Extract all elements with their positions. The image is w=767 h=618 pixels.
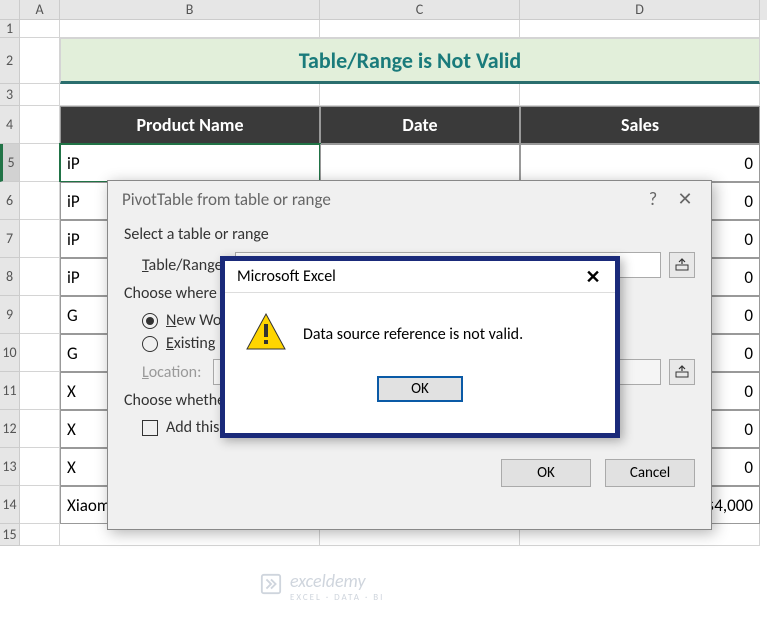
cancel-button[interactable]: Cancel (605, 459, 695, 487)
row-header-5[interactable]: 5 (0, 144, 20, 182)
row-header-3[interactable]: 3 (0, 84, 20, 106)
range-selector-icon (675, 365, 689, 379)
row-header-2[interactable]: 2 (0, 38, 20, 84)
cell-A10[interactable] (20, 334, 60, 372)
cell-B3[interactable] (60, 84, 320, 106)
header-sales[interactable]: Sales (520, 106, 760, 144)
location-label: Location: (142, 363, 201, 382)
cell-A15[interactable] (20, 524, 60, 546)
cell-C1[interactable] (320, 20, 520, 38)
row-header-7[interactable]: 7 (0, 220, 20, 258)
header-product-name[interactable]: Product Name (60, 106, 320, 144)
cell-B1[interactable] (60, 20, 320, 38)
close-icon[interactable]: ✕ (579, 266, 607, 288)
radio-icon (142, 336, 158, 352)
col-header-A[interactable]: A (20, 0, 60, 20)
collapse-dialog-button[interactable] (669, 252, 695, 278)
cell-A12[interactable] (20, 410, 60, 448)
col-header-B[interactable]: B (60, 0, 320, 20)
cell-A8[interactable] (20, 258, 60, 296)
row-header-11[interactable]: 11 (0, 372, 20, 410)
pivottable-dialog-title: PivotTable from table or range (122, 189, 331, 210)
col-header-C[interactable]: C (320, 0, 520, 20)
watermark-logo-icon (260, 573, 282, 600)
select-table-range-label: Select a table or range (124, 225, 695, 244)
row-header-4[interactable]: 4 (0, 106, 20, 144)
warning-icon (245, 311, 287, 358)
row-header-1[interactable]: 1 (0, 20, 20, 38)
error-message: Data source reference is not valid. (303, 325, 523, 344)
title-banner[interactable]: Table/Range is Not Valid (60, 38, 760, 84)
watermark: exceldemy EXCEL · DATA · BI (260, 570, 384, 603)
error-dialog-titlebar[interactable]: Microsoft Excel ✕ (225, 261, 615, 293)
cell-A2[interactable] (20, 38, 60, 84)
pivottable-dialog-titlebar[interactable]: PivotTable from table or range ? ✕ (108, 181, 711, 217)
cell-C3[interactable] (320, 84, 520, 106)
row-header-14[interactable]: 14 (0, 486, 20, 524)
cell-C5[interactable] (320, 144, 520, 182)
cell-A13[interactable] (20, 448, 60, 486)
row-header-13[interactable]: 13 (0, 448, 20, 486)
watermark-name: exceldemy (290, 570, 366, 592)
error-dialog: Microsoft Excel ✕ Data source reference … (220, 256, 620, 438)
row-header-10[interactable]: 10 (0, 334, 20, 372)
cell-A1[interactable] (20, 20, 60, 38)
row-header-6[interactable]: 6 (0, 182, 20, 220)
row-header-15[interactable]: 15 (0, 524, 20, 546)
cell-A7[interactable] (20, 220, 60, 258)
close-icon[interactable]: ✕ (669, 188, 701, 210)
cell-A14[interactable] (20, 486, 60, 524)
cell-A11[interactable] (20, 372, 60, 410)
row-header-12[interactable]: 12 (0, 410, 20, 448)
cell-B5[interactable]: iP (60, 144, 320, 182)
select-all-corner[interactable] (0, 0, 20, 20)
row-1: 1 (0, 20, 767, 38)
row-3: 3 (0, 84, 767, 106)
radio-icon (142, 313, 158, 329)
header-date[interactable]: Date (320, 106, 520, 144)
table-range-label: Table/Range (142, 256, 223, 275)
collapse-location-button[interactable] (669, 359, 695, 385)
help-icon[interactable]: ? (637, 188, 669, 210)
error-ok-button[interactable]: OK (377, 376, 463, 402)
watermark-sub: EXCEL · DATA · BI (290, 592, 384, 603)
cell-A3[interactable] (20, 84, 60, 106)
row-5: 5 iP 0 (0, 144, 767, 182)
cell-A4[interactable] (20, 106, 60, 144)
cell-D1[interactable] (520, 20, 760, 38)
cell-D3[interactable] (520, 84, 760, 106)
cell-D5[interactable]: 0 (520, 144, 760, 182)
cell-A9[interactable] (20, 296, 60, 334)
checkbox-icon (142, 420, 158, 436)
row-4: 4 Product Name Date Sales (0, 106, 767, 144)
column-headers: A B C D (0, 0, 767, 20)
row-2: 2 Table/Range is Not Valid (0, 38, 767, 84)
col-header-D[interactable]: D (520, 0, 760, 20)
cell-A5[interactable] (20, 144, 60, 182)
cell-A6[interactable] (20, 182, 60, 220)
row-header-8[interactable]: 8 (0, 258, 20, 296)
range-selector-icon (675, 258, 689, 272)
ok-button[interactable]: OK (501, 459, 591, 487)
new-worksheet-label: New Wo (166, 311, 221, 330)
row-header-9[interactable]: 9 (0, 296, 20, 334)
error-dialog-title: Microsoft Excel (237, 267, 336, 286)
pivottable-dialog-buttons: OK Cancel (108, 445, 711, 501)
existing-worksheet-label: Existing (166, 334, 215, 353)
